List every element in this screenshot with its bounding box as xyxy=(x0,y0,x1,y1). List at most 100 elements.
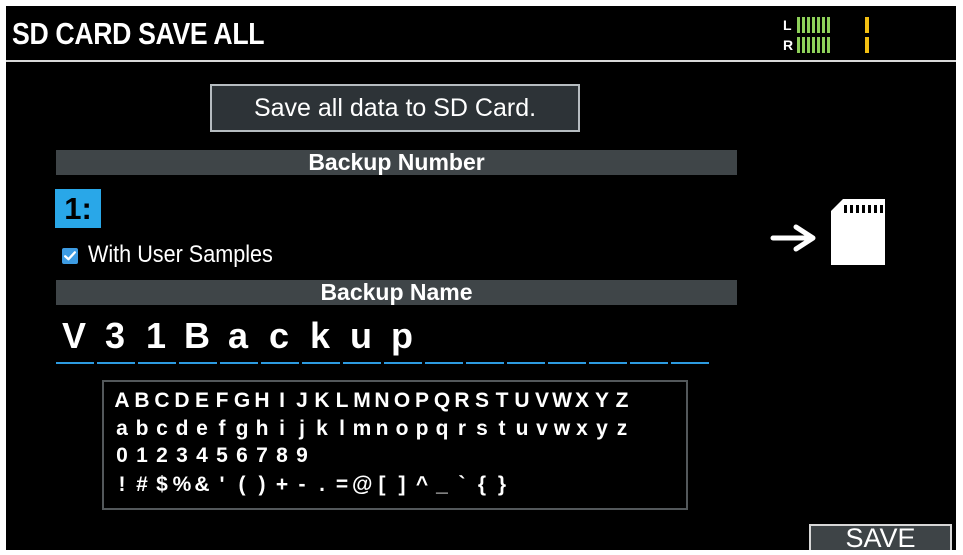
key-upper-s[interactable]: S xyxy=(472,389,492,413)
key-lower-t[interactable]: t xyxy=(492,417,512,441)
key-equals[interactable]: = xyxy=(332,473,352,497)
key-digit-9[interactable]: 9 xyxy=(292,444,312,468)
with-user-samples-checkbox[interactable] xyxy=(62,248,78,264)
key-upper-a[interactable]: A xyxy=(112,389,132,413)
key-hash[interactable]: # xyxy=(132,473,152,497)
key-digit-1[interactable]: 1 xyxy=(132,444,152,468)
key-upper-z[interactable]: Z xyxy=(612,389,632,413)
key-plus[interactable]: + xyxy=(272,473,292,497)
key-lower-k[interactable]: k xyxy=(312,417,332,441)
key-lower-f[interactable]: f xyxy=(212,417,232,441)
key-digit-6[interactable]: 6 xyxy=(232,444,252,468)
backup-number-value[interactable]: 1: xyxy=(55,189,101,228)
key-digit-0[interactable]: 0 xyxy=(112,444,132,468)
name-char-6[interactable]: c xyxy=(261,312,297,360)
key-at[interactable]: @ xyxy=(352,473,372,497)
key-digit-7[interactable]: 7 xyxy=(252,444,272,468)
with-user-samples-label[interactable]: With User Samples xyxy=(88,241,273,269)
key-upper-l[interactable]: L xyxy=(332,389,352,413)
key-period[interactable]: . xyxy=(312,473,332,497)
key-upper-x[interactable]: X xyxy=(572,389,592,413)
key-upper-i[interactable]: I xyxy=(272,389,292,413)
key-lower-a[interactable]: a xyxy=(112,417,132,441)
key-upper-r[interactable]: R xyxy=(452,389,472,413)
name-char-11[interactable] xyxy=(466,312,502,360)
name-char-2[interactable]: 3 xyxy=(97,312,133,360)
key-apostrophe[interactable]: ' xyxy=(212,473,232,497)
name-char-8[interactable]: u xyxy=(343,312,379,360)
key-lower-g[interactable]: g xyxy=(232,417,252,441)
key-left-bracket[interactable]: [ xyxy=(372,473,392,497)
key-upper-d[interactable]: D xyxy=(172,389,192,413)
key-lower-z[interactable]: z xyxy=(612,417,632,441)
key-upper-e[interactable]: E xyxy=(192,389,212,413)
key-lower-v[interactable]: v xyxy=(532,417,552,441)
key-upper-w[interactable]: W xyxy=(552,389,572,413)
name-char-7[interactable]: k xyxy=(302,312,338,360)
key-digit-3[interactable]: 3 xyxy=(172,444,192,468)
key-lower-n[interactable]: n xyxy=(372,417,392,441)
key-upper-k[interactable]: K xyxy=(312,389,332,413)
key-left-paren[interactable]: ( xyxy=(232,473,252,497)
key-upper-g[interactable]: G xyxy=(232,389,252,413)
name-char-4[interactable]: B xyxy=(179,312,215,360)
key-upper-n[interactable]: N xyxy=(372,389,392,413)
key-minus[interactable]: - xyxy=(292,473,312,497)
key-lower-o[interactable]: o xyxy=(392,417,412,441)
key-exclamation[interactable]: ! xyxy=(112,473,132,497)
name-char-15[interactable] xyxy=(630,312,666,360)
key-upper-m[interactable]: M xyxy=(352,389,372,413)
key-percent[interactable]: % xyxy=(172,473,192,497)
name-char-13[interactable] xyxy=(548,312,584,360)
key-left-brace[interactable]: { xyxy=(472,473,492,497)
key-upper-c[interactable]: C xyxy=(152,389,172,413)
key-lower-c[interactable]: c xyxy=(152,417,172,441)
key-right-bracket[interactable]: ] xyxy=(392,473,412,497)
key-upper-f[interactable]: F xyxy=(212,389,232,413)
key-backtick[interactable]: ` xyxy=(452,473,472,497)
key-lower-b[interactable]: b xyxy=(132,417,152,441)
key-digit-4[interactable]: 4 xyxy=(192,444,212,468)
key-digit-5[interactable]: 5 xyxy=(212,444,232,468)
key-lower-p[interactable]: p xyxy=(412,417,432,441)
name-char-10[interactable] xyxy=(425,312,461,360)
key-right-brace[interactable]: } xyxy=(492,473,512,497)
key-right-paren[interactable]: ) xyxy=(252,473,272,497)
name-char-1[interactable]: V xyxy=(56,312,92,360)
key-caret[interactable]: ^ xyxy=(412,473,432,497)
key-lower-m[interactable]: m xyxy=(352,417,372,441)
key-lower-e[interactable]: e xyxy=(192,417,212,441)
key-lower-x[interactable]: x xyxy=(572,417,592,441)
name-char-12[interactable] xyxy=(507,312,543,360)
name-char-16[interactable] xyxy=(671,312,707,360)
name-char-5[interactable]: a xyxy=(220,312,256,360)
backup-name-field[interactable]: V 3 1 B a c k u p xyxy=(56,312,709,368)
key-lower-s[interactable]: s xyxy=(472,417,492,441)
key-upper-u[interactable]: U xyxy=(512,389,532,413)
key-lower-y[interactable]: y xyxy=(592,417,612,441)
name-char-14[interactable] xyxy=(589,312,625,360)
key-upper-q[interactable]: Q xyxy=(432,389,452,413)
key-digit-2[interactable]: 2 xyxy=(152,444,172,468)
key-upper-p[interactable]: P xyxy=(412,389,432,413)
key-dollar[interactable]: $ xyxy=(152,473,172,497)
key-lower-h[interactable]: h xyxy=(252,417,272,441)
key-lower-j[interactable]: j xyxy=(292,417,312,441)
key-upper-y[interactable]: Y xyxy=(592,389,612,413)
key-lower-l[interactable]: l xyxy=(332,417,352,441)
key-ampersand[interactable]: & xyxy=(192,473,212,497)
key-underscore[interactable]: _ xyxy=(432,473,452,497)
key-upper-o[interactable]: O xyxy=(392,389,412,413)
key-lower-r[interactable]: r xyxy=(452,417,472,441)
name-char-3[interactable]: 1 xyxy=(138,312,174,360)
key-lower-q[interactable]: q xyxy=(432,417,452,441)
save-button[interactable]: SAVE xyxy=(809,523,952,550)
key-lower-d[interactable]: d xyxy=(172,417,192,441)
key-upper-b[interactable]: B xyxy=(132,389,152,413)
key-upper-v[interactable]: V xyxy=(532,389,552,413)
key-lower-w[interactable]: w xyxy=(552,417,572,441)
key-upper-j[interactable]: J xyxy=(292,389,312,413)
key-lower-u[interactable]: u xyxy=(512,417,532,441)
key-upper-t[interactable]: T xyxy=(492,389,512,413)
key-digit-8[interactable]: 8 xyxy=(272,444,292,468)
